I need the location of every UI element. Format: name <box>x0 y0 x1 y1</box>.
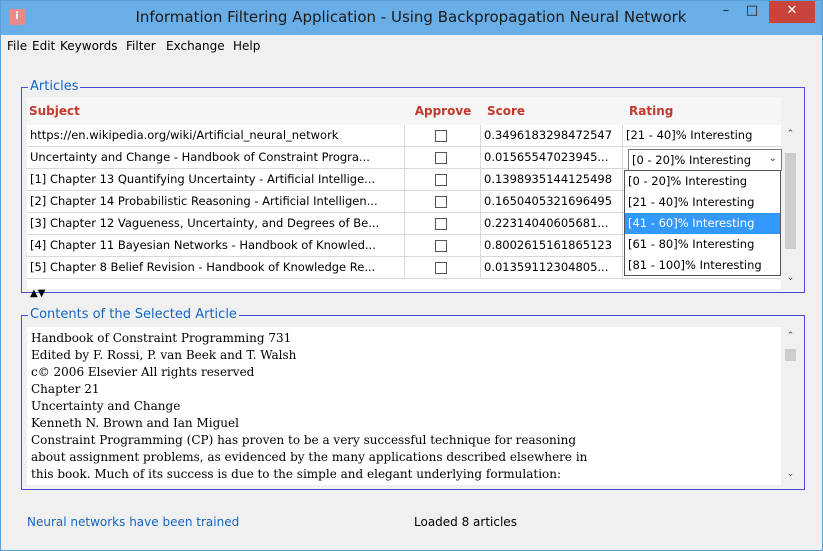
scroll-up-icon[interactable]: ⌃ <box>782 331 799 341</box>
cell-approve <box>405 191 481 212</box>
app-icon[interactable]: i <box>9 9 25 25</box>
close-button[interactable]: ✕ <box>769 1 815 23</box>
cell-subject[interactable]: Uncertainty and Change - Handbook of Con… <box>27 147 405 168</box>
cell-approve <box>405 147 481 168</box>
cell-score: 0.1398935144125498 <box>481 169 623 190</box>
cell-subject[interactable]: [3] Chapter 12 Vagueness, Uncertainty, a… <box>27 213 405 234</box>
chevron-down-icon[interactable]: ⌄ <box>769 153 777 164</box>
minimize-button[interactable]: – <box>713 1 739 23</box>
cell-score: 0.8002615161865123 <box>481 235 623 256</box>
cell-score: 0.22314040605681... <box>481 213 623 234</box>
menu-help[interactable]: Help <box>233 39 260 53</box>
menu-edit[interactable]: Edit <box>32 39 55 53</box>
contents-group-title: Contents of the Selected Article <box>28 307 239 322</box>
cell-subject[interactable]: [1] Chapter 13 Quantifying Uncertainty -… <box>27 169 405 190</box>
title-bar[interactable]: i Information Filtering Application - Us… <box>1 1 822 35</box>
rating-option[interactable]: [61 - 80]% Interesting <box>625 234 780 255</box>
rating-option[interactable]: [21 - 40]% Interesting <box>625 192 780 213</box>
rating-combobox-value: [0 - 20]% Interesting <box>632 153 752 167</box>
scroll-thumb[interactable] <box>785 349 796 361</box>
content-line: Uncertainty and Change <box>31 399 181 413</box>
column-header-rating[interactable]: Rating <box>623 97 781 125</box>
splitter-arrows-icon[interactable]: ▲▼ <box>30 289 45 299</box>
rating-option[interactable]: [81 - 100]% Interesting <box>625 255 780 276</box>
content-line: about assignment problems, as evidenced … <box>31 450 588 464</box>
cell-rating[interactable]: [21 - 40]% Interesting <box>623 125 781 146</box>
approve-checkbox[interactable] <box>435 152 447 164</box>
rating-option[interactable]: [0 - 20]% Interesting <box>625 171 780 192</box>
approve-checkbox[interactable] <box>435 174 447 186</box>
cell-approve <box>405 169 481 190</box>
scroll-thumb[interactable] <box>785 153 796 249</box>
column-header-score[interactable]: Score <box>481 97 623 125</box>
articles-group-title: Articles <box>28 79 81 94</box>
cell-score: 0.1650405321696495 <box>481 191 623 212</box>
rating-combobox[interactable]: [0 - 20]% Interesting ⌄ <box>628 149 782 171</box>
cell-approve <box>405 235 481 256</box>
scroll-up-icon[interactable]: ⌃ <box>782 129 799 139</box>
cell-score: 0.01565547023945... <box>481 147 623 168</box>
rating-option-highlighted[interactable]: [41 - 60]% Interesting <box>625 213 780 234</box>
menu-filter[interactable]: Filter <box>126 39 156 53</box>
contents-scrollbar[interactable]: ⌃ ⌄ <box>782 327 799 485</box>
app-window: i Information Filtering Application - Us… <box>0 0 823 551</box>
menu-bar: File Edit Keywords Filter Exchange Help <box>1 35 822 57</box>
approve-checkbox[interactable] <box>435 130 447 142</box>
content-line: Kenneth N. Brown and Ian Miguel <box>31 416 239 430</box>
rating-dropdown-list: [0 - 20]% Interesting [21 - 40]% Interes… <box>624 170 781 276</box>
column-header-approve[interactable]: Approve <box>405 97 481 125</box>
content-line: Chapter 21 <box>31 382 100 396</box>
articles-loaded-status: Loaded 8 articles <box>414 515 517 529</box>
cell-approve <box>405 125 481 146</box>
table-row[interactable]: https://en.wikipedia.org/wiki/Artificial… <box>27 125 781 147</box>
cell-approve <box>405 257 481 278</box>
content-line: Constraint Programming (CP) has proven t… <box>31 433 577 447</box>
maximize-button[interactable]: □ <box>739 1 765 23</box>
cell-subject[interactable]: [5] Chapter 8 Belief Revision - Handbook… <box>27 257 405 278</box>
cell-subject[interactable]: [4] Chapter 11 Bayesian Networks - Handb… <box>27 235 405 256</box>
approve-checkbox[interactable] <box>435 196 447 208</box>
cell-subject[interactable]: https://en.wikipedia.org/wiki/Artificial… <box>27 125 405 146</box>
menu-keywords[interactable]: Keywords <box>60 39 118 53</box>
cell-score: 0.3496183298472547 <box>481 125 623 146</box>
article-contents-text[interactable]: Handbook of Constraint Programming 731 E… <box>27 327 781 485</box>
approve-checkbox[interactable] <box>435 262 447 274</box>
cell-subject[interactable]: [2] Chapter 14 Probabilistic Reasoning -… <box>27 191 405 212</box>
approve-checkbox[interactable] <box>435 218 447 230</box>
cell-score: 0.01359112304805... <box>481 257 623 278</box>
cell-approve <box>405 213 481 234</box>
approve-checkbox[interactable] <box>435 240 447 252</box>
menu-file[interactable]: File <box>7 39 27 53</box>
content-line: Handbook of Constraint Programming 731 <box>31 331 292 345</box>
scroll-down-icon[interactable]: ⌄ <box>782 469 799 479</box>
menu-exchange[interactable]: Exchange <box>166 39 225 53</box>
content-line: c© 2006 Elsevier All rights reserved <box>31 365 255 379</box>
content-line: this book. Much of its success is due to… <box>31 467 562 481</box>
training-status: Neural networks have been trained <box>27 515 240 529</box>
content-line: Edited by F. Rossi, P. van Beek and T. W… <box>31 348 297 362</box>
column-header-subject[interactable]: Subject <box>27 97 405 125</box>
scroll-down-icon[interactable]: ⌄ <box>782 273 799 283</box>
window-title: Information Filtering Application - Usin… <box>135 8 687 26</box>
articles-scrollbar[interactable]: ⌃ ⌄ <box>782 127 799 289</box>
